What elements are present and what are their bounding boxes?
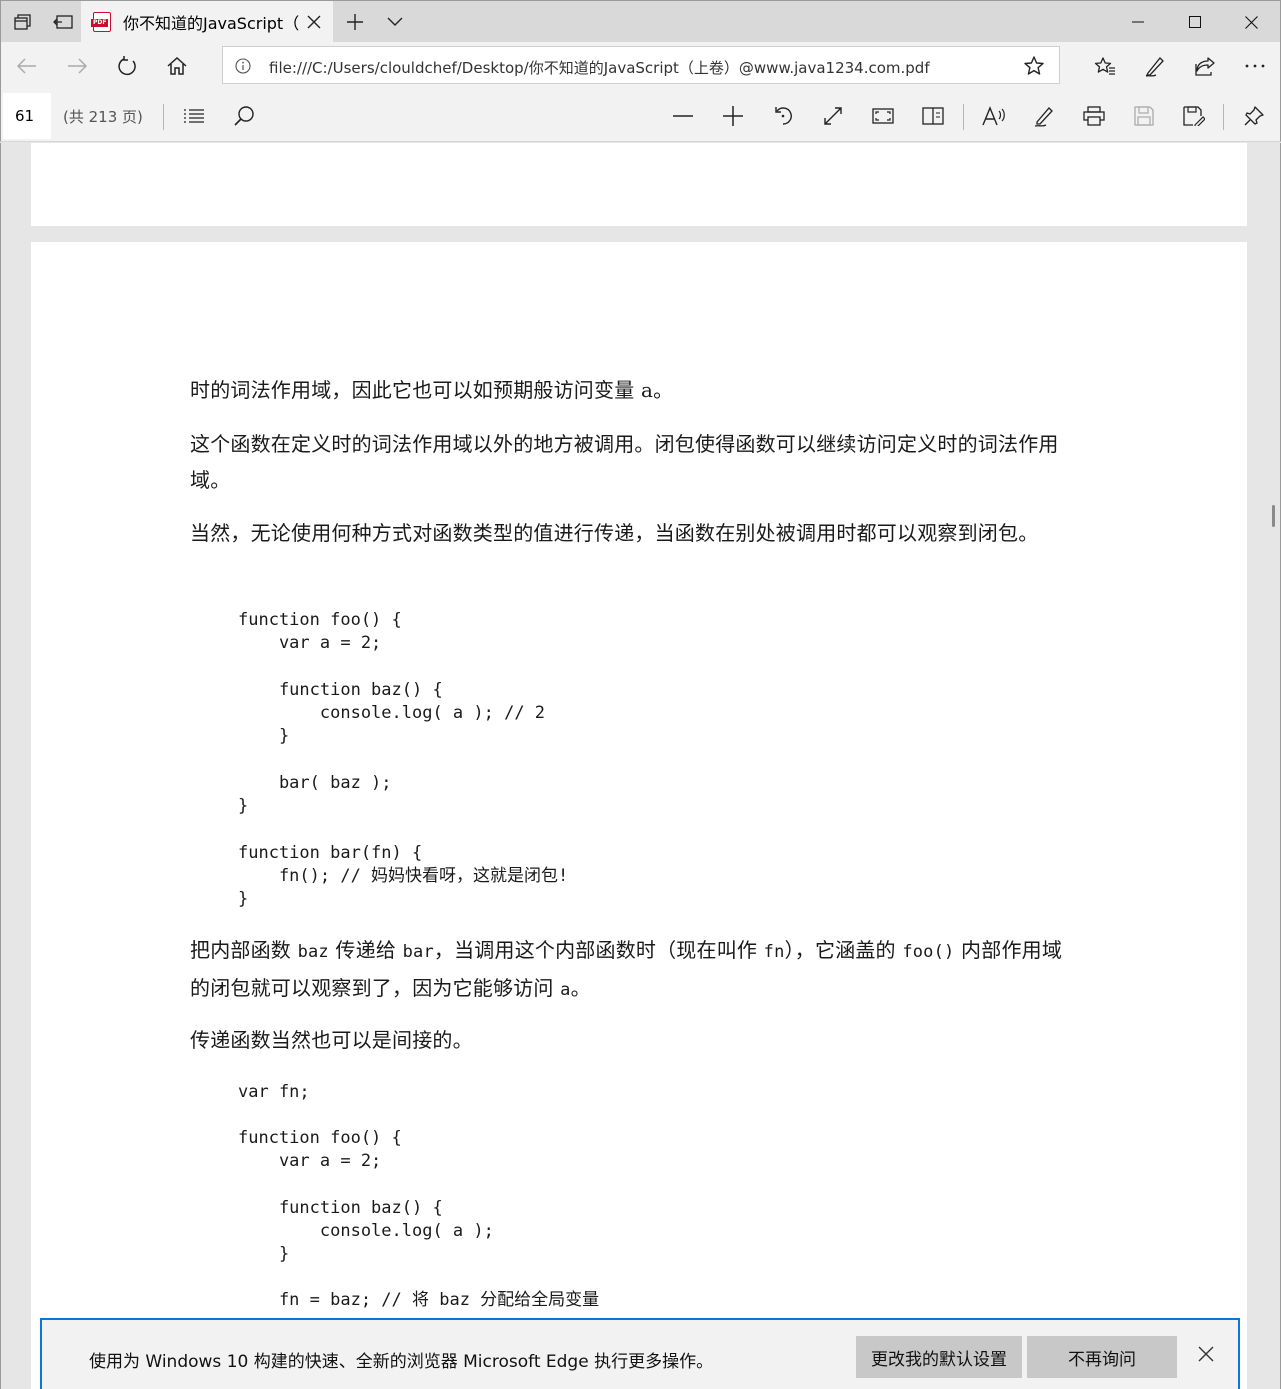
navigation-bar: file:///C:/Users/clouldchef/Desktop/你不知道… xyxy=(0,42,1281,90)
rotate-icon[interactable] xyxy=(765,98,801,134)
tabs-aside-icon[interactable] xyxy=(43,1,83,43)
code-line: fn(); // 妈妈快看呀，这就是闭包! xyxy=(238,866,569,886)
default-browser-notification: 使用为 Windows 10 构建的快速、全新的浏览器 Microsoft Ed… xyxy=(40,1318,1240,1389)
code-line: function bar(fn) { xyxy=(238,843,423,863)
site-info-icon[interactable] xyxy=(233,56,253,76)
zoom-out-icon[interactable] xyxy=(665,98,701,134)
notification-text: 使用为 Windows 10 构建的快速、全新的浏览器 Microsoft Ed… xyxy=(89,1352,714,1372)
refresh-icon[interactable] xyxy=(107,48,147,84)
change-defaults-button[interactable]: 更改我的默认设置 xyxy=(856,1336,1022,1378)
save-as-icon[interactable] xyxy=(1176,98,1212,134)
active-tab[interactable]: PDF 你不知道的JavaScript（ xyxy=(81,1,333,43)
code-line: } xyxy=(238,726,290,746)
favorite-star-icon[interactable] xyxy=(1023,55,1045,77)
code-line: } xyxy=(238,796,249,816)
print-icon[interactable] xyxy=(1076,98,1112,134)
pdf-viewer-area[interactable]: 时的词法作用域，因此它也可以如预期般访问变量 a。 这个函数在定义时的词法作用域… xyxy=(0,143,1281,1389)
pdf-toolbar: 61 (共 213 页) xyxy=(0,90,1281,142)
code-line: bar( baz ); xyxy=(238,773,392,793)
url-text[interactable]: file:///C:/Users/clouldchef/Desktop/你不知道… xyxy=(269,57,930,78)
code-line: fn = baz; // 将 baz 分配给全局变量 xyxy=(238,1290,600,1310)
favorites-hub-icon[interactable] xyxy=(1085,48,1125,84)
paragraph: 把内部函数 baz 传递给 bar，当调用这个内部函数时（现在叫作 fn），它涵… xyxy=(190,938,1063,1000)
back-icon[interactable] xyxy=(7,48,47,84)
code-line: console.log( a ); xyxy=(238,1221,494,1241)
pdf-page: 时的词法作用域，因此它也可以如预期般访问变量 a。 这个函数在定义时的词法作用域… xyxy=(31,242,1247,1389)
code-line: console.log( a ); // 2 xyxy=(238,703,546,723)
code-line: var a = 2; xyxy=(238,1151,382,1171)
paragraph: 当然，无论使用何种方式对函数类型的值进行传递，当函数在别处被调用时都可以观察到闭… xyxy=(190,521,1039,545)
code-line: function baz() { xyxy=(238,680,443,700)
address-bar[interactable]: file:///C:/Users/clouldchef/Desktop/你不知道… xyxy=(222,46,1060,84)
close-tab-icon[interactable] xyxy=(303,11,325,33)
fit-to-page-icon[interactable] xyxy=(865,98,901,134)
toolbar-divider xyxy=(1223,104,1224,130)
code-line: } xyxy=(238,1244,290,1264)
pin-toolbar-icon[interactable] xyxy=(1236,98,1272,134)
paragraph: 传递函数当然也可以是间接的。 xyxy=(190,1028,473,1052)
page-number-input[interactable]: 61 xyxy=(3,93,51,139)
code-line: var a = 2; xyxy=(238,633,382,653)
dont-ask-again-button[interactable]: 不再询问 xyxy=(1027,1336,1177,1378)
save-icon[interactable] xyxy=(1126,98,1162,134)
find-search-icon[interactable] xyxy=(226,98,262,134)
share-icon[interactable] xyxy=(1185,48,1225,84)
tab-manager-icon[interactable] xyxy=(3,1,43,43)
home-icon[interactable] xyxy=(157,48,197,84)
previous-page xyxy=(31,143,1247,226)
code-line: function foo() { xyxy=(238,610,402,630)
more-options-icon[interactable] xyxy=(1235,48,1275,84)
minimize-icon[interactable] xyxy=(1109,1,1166,43)
page-total: (共 213 页) xyxy=(63,108,143,126)
code-line: } xyxy=(238,889,249,909)
code-line: function baz() { xyxy=(238,1198,443,1218)
close-notification-icon[interactable] xyxy=(1197,1345,1219,1367)
code-line: function foo() { xyxy=(238,1128,402,1148)
close-window-icon[interactable] xyxy=(1223,1,1280,43)
new-tab-icon[interactable] xyxy=(335,1,375,43)
title-bar: PDF 你不知道的JavaScript（ xyxy=(0,0,1281,43)
paragraph: 这个函数在定义时的词法作用域以外的地方被调用。闭包使得函数可以继续访问定义时的词… xyxy=(190,432,1059,492)
tab-preview-chevron-icon[interactable] xyxy=(375,1,415,43)
toolbar-divider xyxy=(963,104,964,130)
fit-to-width-icon[interactable] xyxy=(815,98,851,134)
draw-pen-icon[interactable] xyxy=(1026,98,1062,134)
scrollbar-thumb[interactable] xyxy=(1272,505,1275,527)
pdf-file-icon: PDF xyxy=(91,12,111,32)
page-layout-icon[interactable] xyxy=(915,98,951,134)
zoom-in-icon[interactable] xyxy=(715,98,751,134)
forward-icon[interactable] xyxy=(57,48,97,84)
read-aloud-icon[interactable] xyxy=(976,98,1012,134)
paragraph: 时的词法作用域，因此它也可以如预期般访问变量 a。 xyxy=(190,378,674,402)
tab-title: 你不知道的JavaScript（ xyxy=(123,14,299,33)
maximize-icon[interactable] xyxy=(1166,1,1223,43)
code-line: var fn; xyxy=(238,1082,310,1102)
toolbar-divider xyxy=(163,104,164,130)
web-note-pen-icon[interactable] xyxy=(1135,48,1175,84)
table-of-contents-icon[interactable] xyxy=(176,98,212,134)
